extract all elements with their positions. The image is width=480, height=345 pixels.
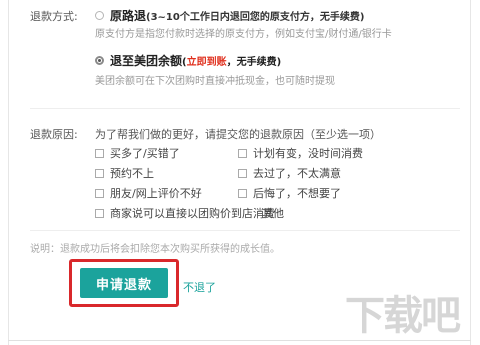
reason-label: 商家说可以直接以团购价到店消费 — [110, 207, 275, 220]
cancel-refund-link[interactable]: 不退了 — [183, 279, 216, 295]
refund-reason-hint: 为了帮我们做的更好，请提交您的退款原因（至少选一项） — [95, 128, 381, 141]
checkbox-icon[interactable] — [238, 148, 247, 158]
reason-checkbox-plan-changed[interactable]: 计划有变，没时间消费 — [238, 145, 363, 161]
reason-label: 朋友/网上评价不好 — [110, 187, 202, 200]
apply-refund-button[interactable]: 申请退款 — [80, 268, 168, 298]
section-divider — [30, 230, 460, 231]
option-meituan-balance-title: 退至美团余额 — [110, 54, 183, 68]
reason-label: 计划有变，没时间消费 — [253, 147, 363, 160]
radio-meituan-balance[interactable] — [95, 56, 104, 65]
checkbox-icon[interactable] — [95, 208, 104, 218]
radio-original-route[interactable] — [95, 11, 104, 20]
frame-right-border — [470, 0, 471, 345]
frame-left-border — [8, 0, 9, 345]
reason-checkbox-other[interactable]: 其他 — [262, 205, 284, 221]
refund-reason-label: 退款原因: — [30, 128, 78, 141]
reason-checkbox-cannot-book[interactable]: 预约不上 — [95, 165, 154, 181]
option-original-route-description: 原支付方是指您付款时选择的原支付方，例如支付宝/财付通/银行卡 — [95, 29, 392, 40]
checkbox-icon[interactable] — [238, 188, 247, 198]
checkbox-icon[interactable] — [95, 148, 104, 158]
refund-method-label: 退款方式: — [30, 10, 78, 23]
reason-label: 去过了，不太满意 — [253, 167, 341, 180]
option-meituan-balance[interactable]: 退至美团余额(立即到账，无手续费) — [110, 52, 281, 69]
option-original-route-title: 原路退 — [110, 9, 147, 23]
reason-label: 预约不上 — [110, 167, 154, 180]
option-original-route-subtitle: (3~10个工作日内退回您的原支付方，无手续费) — [146, 12, 365, 23]
reason-checkbox-bought-wrong[interactable]: 买多了/买错了 — [95, 145, 180, 161]
instant-arrival-text: 立即到账 — [186, 57, 227, 68]
option-meituan-balance-subtitle-rest: ，无手续费) — [226, 57, 282, 68]
reason-checkbox-store-price[interactable]: 商家说可以直接以团购价到店消费 — [95, 205, 275, 221]
section-divider — [30, 108, 460, 109]
reason-label: 后悔了，不想要了 — [253, 187, 341, 200]
reason-checkbox-not-satisfied[interactable]: 去过了，不太满意 — [238, 165, 341, 181]
reason-label: 买多了/买错了 — [110, 147, 180, 160]
option-original-route[interactable]: 原路退(3~10个工作日内退回您的原支付方，无手续费) — [110, 7, 364, 24]
checkbox-icon[interactable] — [95, 168, 104, 178]
bottom-border — [8, 340, 471, 341]
reason-checkbox-bad-reviews[interactable]: 朋友/网上评价不好 — [95, 185, 202, 201]
reason-checkbox-regret[interactable]: 后悔了，不想要了 — [238, 185, 341, 201]
checkbox-icon[interactable] — [238, 168, 247, 178]
reason-label: 其他 — [262, 207, 284, 220]
checkbox-icon[interactable] — [95, 188, 104, 198]
option-meituan-balance-description: 美团余额可在下次团购时直接冲抵现金，也可随时提现 — [95, 76, 335, 87]
refund-note: 说明：退款成功后将会扣除您本次购买所获得的成长值。 — [30, 244, 280, 255]
watermark-logo: 下载吧 — [345, 293, 461, 339]
